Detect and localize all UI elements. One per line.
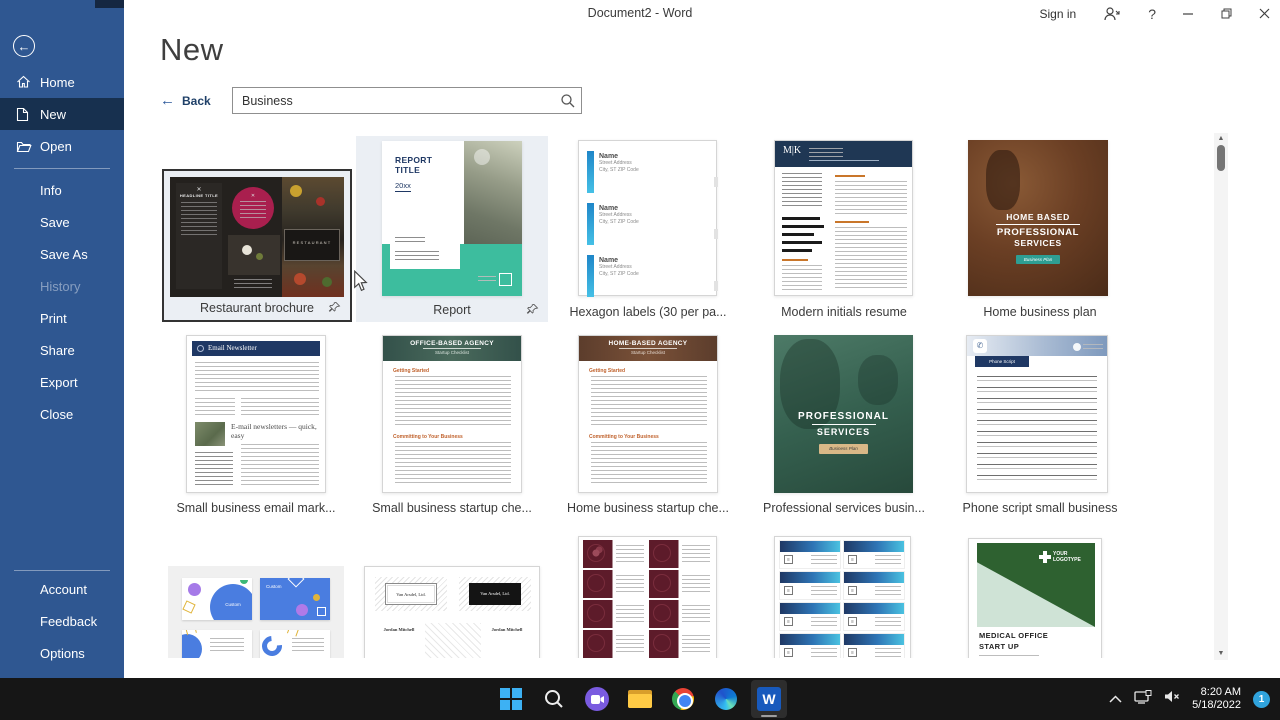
template-tile-modern-initials-resume[interactable]: M|K [774,140,913,296]
network-display-icon[interactable] [1134,690,1152,709]
notification-badge[interactable]: 1 [1253,691,1270,708]
restore-button[interactable] [1221,8,1232,19]
template-name: Hexagon labels (30 per pa... [552,305,744,319]
sidebar-item-options[interactable]: Options [0,637,124,669]
template-name: Home business plan [944,305,1136,319]
template-tile-report[interactable]: REPORT TITLE 20xx Report [356,136,548,322]
sidebar-item-account[interactable]: Account [0,573,124,605]
word-icon: W [757,687,781,711]
template-tile-hexagon-labels[interactable]: Name Street Address City, ST ZIP Code Na… [578,140,717,296]
sidebar-item-save[interactable]: Save [0,206,124,238]
sidebar-item-close[interactable]: Close [0,398,124,430]
tray-chevron-icon[interactable] [1109,690,1122,708]
search-icon[interactable] [560,93,576,114]
video-camera-icon [585,687,609,711]
back-button[interactable]: ← Back [160,92,211,109]
pin-icon[interactable] [328,301,341,319]
sidebar-item-home[interactable]: Home [0,66,124,98]
mouse-cursor [353,270,368,297]
taskbar-search-button[interactable] [536,680,572,718]
sidebar-item-info[interactable]: Info [0,174,124,206]
template-tile-small-business-startup[interactable]: OFFICE-BASED AGENCY Startup Checklist Ge… [382,335,522,493]
chrome-button[interactable] [665,680,701,718]
template-tile-home-business-startup[interactable]: HOME-BASED AGENCY Startup Checklist Gett… [578,335,718,493]
sidebar-item-share[interactable]: Share [0,334,124,366]
template-name: Home business startup che... [552,501,744,515]
file-explorer-button[interactable] [622,680,658,718]
template-name: Small business email mark... [160,501,352,515]
template-tile-blue-wave-cards[interactable]: ≡ ≡ ≡ ≡ ≡ ≡ ≡ ≡ [774,536,911,658]
sidebar-item-print[interactable]: Print [0,302,124,334]
sidebar-top-notch [95,0,124,8]
back-arrow-icon: ← [160,92,175,109]
minimize-button[interactable] [1183,8,1194,19]
template-tile-small-business-email[interactable]: Email Newsletter E-mail newsletters — qu… [186,335,326,493]
template-tile-home-business-plan[interactable]: HOME BASED PROFESSIONAL SERVICES Busines… [968,140,1108,296]
restaurant-sign: RESTAURANT [284,229,340,261]
active-app-indicator [761,715,777,717]
home-icon [16,74,32,90]
sidebar-item-open[interactable]: Open [0,130,124,162]
sidebar-item-new[interactable]: New [0,98,124,130]
report-thumbnail: REPORT TITLE 20xx [382,141,522,296]
word-taskbar-button[interactable]: W [751,680,787,718]
edge-button[interactable] [708,680,744,718]
folder-icon [628,690,652,708]
taskbar-search-icon [543,688,565,710]
tile-footer: Restaurant brochure [164,296,350,320]
sidebar-divider-bottom [14,570,110,571]
title-bar: Document2 - Word Sign in ? [0,0,1280,27]
template-tile-medical-office[interactable]: YOUR LOGOTYPE MEDICAL OFFICE START UP [968,538,1102,658]
sidebar-divider [14,168,110,169]
pin-icon[interactable] [526,303,539,321]
template-search-box [232,87,582,114]
taskbar-clock[interactable]: 8:20 AM 5/18/2022 [1192,686,1241,712]
volume-muted-icon[interactable] [1164,690,1180,708]
window-title: Document2 - Word [588,6,693,20]
sidebar-item-save-as[interactable]: Save As [0,238,124,270]
restaurant-brochure-thumbnail: ✕ HEADLINE TITLE ✕ RESTAURANT [170,177,344,297]
template-name: Report [433,303,471,317]
account-person-icon[interactable] [1103,7,1121,21]
start-button[interactable] [493,680,529,718]
new-document-icon [16,106,32,122]
back-circle-button[interactable]: ← [13,35,35,57]
sidebar-item-export[interactable]: Export [0,366,124,398]
sidebar-item-feedback[interactable]: Feedback [0,605,124,637]
template-tile-vanarsdel-cards[interactable]: Van Arsdel, Ltd. Van Arsdel, Ltd. Jordan… [364,566,540,658]
meet-now-button[interactable] [579,680,615,718]
page-title: New [160,32,224,68]
scroll-down-arrow[interactable]: ▼ [1214,648,1228,660]
backstage-sidebar: ← Home New Open Info Save Save As Histor… [0,0,124,678]
template-name: Professional services busin... [748,501,940,515]
template-tile-custom-cards[interactable]: Custom Custom [168,566,344,658]
edge-icon [715,688,737,710]
windows-taskbar: W 8:20 AM 5/18/2022 1 [0,678,1280,720]
search-input[interactable] [233,88,555,113]
help-icon[interactable]: ? [1148,6,1156,22]
template-tile-restaurant-brochure[interactable]: ✕ HEADLINE TITLE ✕ RESTAURANT Rest [162,169,352,322]
chrome-icon [672,688,694,710]
scrollbar-thumb[interactable] [1217,145,1225,171]
close-button[interactable] [1259,8,1270,19]
template-name: Restaurant brochure [200,301,314,315]
clock-time: 8:20 AM [1192,686,1241,699]
template-name: Modern initials resume [748,305,940,319]
sign-in-link[interactable]: Sign in [1040,7,1077,21]
scroll-up-arrow[interactable]: ▲ [1214,133,1228,145]
template-name: Small business startup che... [356,501,548,515]
windows-logo-icon [500,688,522,710]
clock-date: 5/18/2022 [1192,699,1241,712]
tile-footer: Report [356,298,548,322]
template-tile-professional-services[interactable]: PROFESSIONAL SERVICES Business Plan [774,335,913,493]
template-name: Phone script small business [944,501,1136,515]
gallery-scrollbar[interactable]: ▲ ▼ [1214,133,1228,660]
sidebar-item-history: History [0,270,124,302]
template-gallery: ✕ HEADLINE TITLE ✕ RESTAURANT Rest [124,120,1280,658]
template-tile-phone-script[interactable]: ✆ Phone Script [966,335,1108,493]
template-tile-floral-cards[interactable] [578,536,717,658]
open-folder-icon [16,138,32,154]
